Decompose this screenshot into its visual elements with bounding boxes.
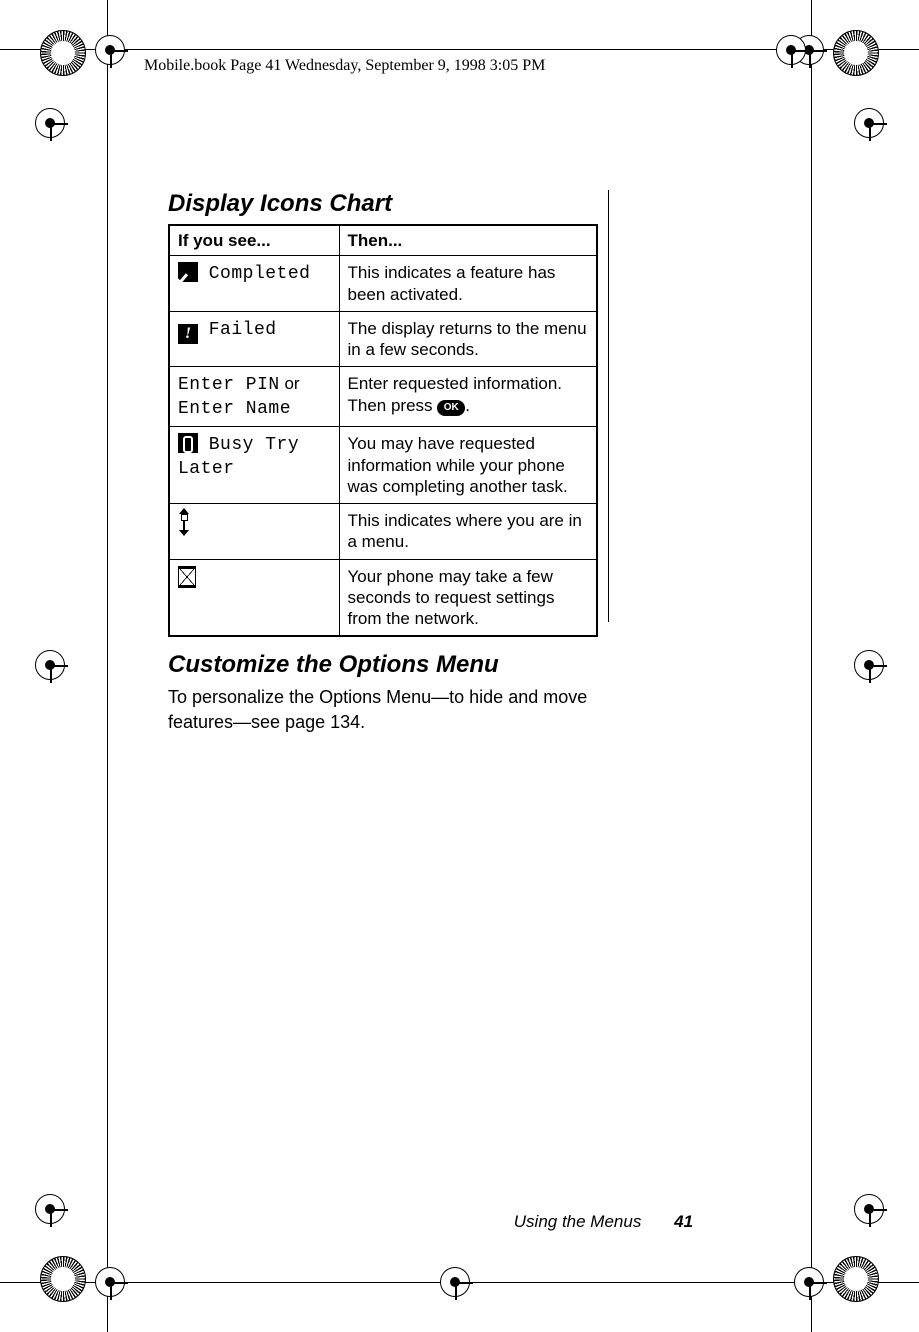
cell-if: Busy Try Later <box>169 427 339 504</box>
registration-mark-icon <box>854 108 884 138</box>
cell-then: This indicates where you are in a menu. <box>339 504 597 560</box>
page-footer: Using the Menus 41 <box>168 1212 693 1232</box>
cell-if: Enter PIN or Enter Name <box>169 367 339 427</box>
cell-then: You may have requested information while… <box>339 427 597 504</box>
cell-then: Enter requested information. Then press … <box>339 367 597 427</box>
cell-then: Your phone may take a few seconds to req… <box>339 559 597 636</box>
registration-mark-icon <box>35 108 65 138</box>
body-paragraph: To personalize the Options Menu—to hide … <box>168 685 608 734</box>
cell-if: Completed <box>169 256 339 312</box>
lcd-text: Completed <box>209 264 311 284</box>
ok-button-icon: OK <box>437 400 465 416</box>
crop-line-right <box>811 0 812 1332</box>
section-heading-display-icons: Display Icons Chart <box>168 190 608 218</box>
registration-mark-icon <box>95 35 125 65</box>
exclamation-icon: ! <box>178 324 198 344</box>
table-row: Completed This indicates a feature has b… <box>169 256 597 312</box>
phone-icon <box>178 433 198 453</box>
cell-if: ! Failed <box>169 311 339 367</box>
ornament-rosette <box>40 30 86 76</box>
hourglass-icon <box>178 566 196 588</box>
registration-mark-icon <box>440 1267 470 1297</box>
table-row: Your phone may take a few seconds to req… <box>169 559 597 636</box>
cell-then: The display returns to the menu in a few… <box>339 311 597 367</box>
display-icons-table: If you see... Then... Completed This ind… <box>168 224 598 637</box>
table-header-row: If you see... Then... <box>169 225 597 256</box>
ornament-rosette <box>833 1256 879 1302</box>
ornament-rosette <box>40 1256 86 1302</box>
checkmark-icon <box>178 262 198 282</box>
ornament-rosette <box>833 30 879 76</box>
registration-mark-icon <box>95 1267 125 1297</box>
lcd-text: Failed <box>209 320 277 340</box>
footer-page-number: 41 <box>674 1212 693 1231</box>
text: . <box>465 396 470 415</box>
cell-if <box>169 504 339 560</box>
registration-mark-icon <box>854 650 884 680</box>
table-header-if: If you see... <box>169 225 339 256</box>
cell-if <box>169 559 339 636</box>
section-heading-customize: Customize the Options Menu <box>168 651 608 679</box>
text-or: or <box>280 374 300 393</box>
table-header-then: Then... <box>339 225 597 256</box>
column-rule <box>608 190 609 622</box>
registration-mark-icon <box>35 650 65 680</box>
registration-mark-icon <box>854 1194 884 1224</box>
table-row: Enter PIN or Enter Name Enter requested … <box>169 367 597 427</box>
scroll-indicator-icon <box>178 510 192 536</box>
page: Mobile.book Page 41 Wednesday, September… <box>0 0 919 1332</box>
registration-mark-icon <box>35 1194 65 1224</box>
registration-mark-icon <box>794 1267 824 1297</box>
crop-line-left <box>107 0 108 1332</box>
table-row: Busy Try Later You may have requested in… <box>169 427 597 504</box>
cell-then: This indicates a feature has been activa… <box>339 256 597 312</box>
registration-mark-icon <box>776 35 806 65</box>
content-column: Display Icons Chart If you see... Then..… <box>168 190 608 734</box>
table-row: ! Failed The display returns to the menu… <box>169 311 597 367</box>
running-header: Mobile.book Page 41 Wednesday, September… <box>144 57 545 75</box>
table-row: This indicates where you are in a menu. <box>169 504 597 560</box>
lcd-text: Enter Name <box>178 399 291 419</box>
footer-chapter: Using the Menus <box>514 1212 642 1231</box>
lcd-text: Enter PIN <box>178 375 280 395</box>
